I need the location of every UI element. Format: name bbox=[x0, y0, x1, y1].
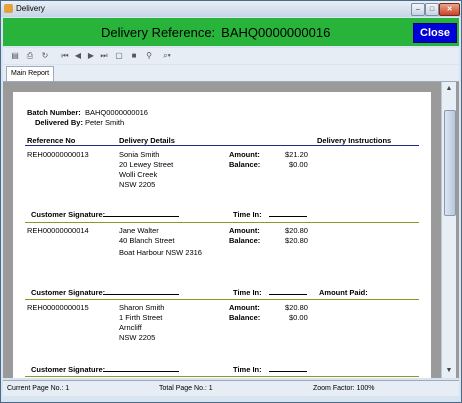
delivery-reference-value: BAHQ0000000016 bbox=[221, 25, 331, 40]
zoom-icon[interactable]: ⌕▾ bbox=[159, 51, 175, 61]
record-address-line: Boat Harbour NSW 2316 bbox=[119, 248, 202, 257]
record-amount: $21.20 bbox=[285, 150, 308, 159]
record-divider bbox=[25, 222, 419, 223]
amount-label: Amount: bbox=[229, 150, 260, 159]
goto-page-icon[interactable]: ▢ bbox=[114, 51, 124, 61]
column-reference-no: Reference No bbox=[27, 136, 76, 145]
delivered-by-value: Peter Smith bbox=[85, 118, 125, 127]
zoom-factor-status: Zoom Factor: 100% bbox=[313, 385, 375, 392]
record-balance: $0.00 bbox=[289, 160, 308, 169]
stop-icon[interactable]: ■ bbox=[129, 51, 139, 61]
column-delivery-instructions: Delivery Instructions bbox=[317, 136, 392, 145]
time-in-label: Time In: bbox=[233, 365, 262, 374]
record-ref: REH00000000015 bbox=[27, 303, 89, 312]
signature-line bbox=[103, 294, 179, 295]
batch-number-label: Batch Number: bbox=[27, 108, 81, 117]
amount-label: Amount: bbox=[229, 226, 260, 235]
record-address-line: Arncliff bbox=[119, 323, 142, 332]
time-in-line bbox=[269, 371, 307, 372]
record-name: Sonia Smith bbox=[119, 150, 160, 159]
window-title: Delivery bbox=[16, 4, 45, 13]
vertical-scrollbar[interactable]: ▲ ▼ bbox=[441, 82, 456, 378]
delivered-by-label: Delivered By: bbox=[35, 118, 83, 127]
prev-page-icon[interactable]: ◀ bbox=[73, 51, 83, 61]
time-in-label: Time In: bbox=[233, 288, 262, 297]
delivery-reference-label: Delivery Reference: bbox=[101, 25, 216, 40]
balance-label: Balance: bbox=[229, 313, 261, 322]
signature-line bbox=[103, 371, 179, 372]
record-ref: REH00000000014 bbox=[27, 226, 89, 235]
status-bar: Current Page No.: 1 Total Page No.: 1 Zo… bbox=[3, 380, 459, 396]
customer-signature-label: Customer Signature: bbox=[31, 365, 106, 374]
delivery-window: Delivery – □ ✕ Delivery Reference: BAHQ00… bbox=[0, 0, 462, 403]
search-icon[interactable]: ⚲ bbox=[144, 51, 154, 61]
title-bar: Delivery – □ ✕ bbox=[1, 1, 461, 17]
maximize-button[interactable]: □ bbox=[425, 3, 439, 16]
batch-number-value: BAHQ0000000016 bbox=[85, 108, 148, 117]
scroll-thumb[interactable] bbox=[444, 110, 456, 216]
record-amount: $20.80 bbox=[285, 226, 308, 235]
total-page-status: Total Page No.: 1 bbox=[159, 385, 213, 392]
time-in-line bbox=[269, 216, 307, 217]
record-address-line: 20 Lewey Street bbox=[119, 160, 174, 169]
record-amount: $20.80 bbox=[285, 303, 308, 312]
record-address-line: 1 Firth Street bbox=[119, 313, 163, 322]
tab-main-report[interactable]: Main Report bbox=[6, 66, 55, 81]
time-in-label: Time In: bbox=[233, 210, 262, 219]
delivery-reference: Delivery Reference: BAHQ0000000016 bbox=[101, 25, 330, 40]
export-icon[interactable]: ▤ bbox=[10, 51, 20, 61]
amount-paid-label: Amount Paid: bbox=[319, 288, 368, 297]
record-address-line: NSW 2205 bbox=[119, 180, 156, 189]
header-divider bbox=[25, 145, 419, 146]
report-tabs: Main Report bbox=[3, 65, 459, 82]
refresh-icon[interactable]: ↻ bbox=[40, 51, 50, 61]
report-page: Batch Number: BAHQ0000000016 Delivered B… bbox=[13, 92, 431, 378]
record-divider bbox=[25, 376, 419, 377]
record-address-line: 40 Blanch Street bbox=[119, 236, 175, 245]
close-button[interactable]: Close bbox=[413, 23, 457, 43]
last-page-icon[interactable]: ⏭ bbox=[99, 51, 109, 61]
column-delivery-details: Delivery Details bbox=[119, 136, 175, 145]
scroll-up-icon[interactable]: ▲ bbox=[443, 83, 455, 95]
balance-label: Balance: bbox=[229, 236, 261, 245]
minimize-button[interactable]: – bbox=[411, 3, 425, 16]
delivery-header: Delivery Reference: BAHQ0000000016 bbox=[3, 18, 459, 46]
report-viewer: Batch Number: BAHQ0000000016 Delivered B… bbox=[3, 82, 459, 378]
amount-label: Amount: bbox=[229, 303, 260, 312]
scroll-down-icon[interactable]: ▼ bbox=[443, 365, 455, 377]
report-toolbar: ▤ ⎙ ↻ ⏮ ◀ ▶ ⏭ ▢ ■ ⚲ ⌕▾ bbox=[3, 48, 459, 64]
print-icon[interactable]: ⎙ bbox=[25, 51, 35, 61]
window-close-button[interactable]: ✕ bbox=[439, 3, 460, 16]
record-address-line: Wolli Creek bbox=[119, 170, 158, 179]
record-address-line: NSW 2205 bbox=[119, 333, 156, 342]
first-page-icon[interactable]: ⏮ bbox=[60, 51, 70, 61]
record-balance: $20.80 bbox=[285, 236, 308, 245]
app-icon bbox=[4, 4, 13, 13]
record-name: Sharon Smith bbox=[119, 303, 165, 312]
next-page-icon[interactable]: ▶ bbox=[86, 51, 96, 61]
balance-label: Balance: bbox=[229, 160, 261, 169]
record-ref: REH00000000013 bbox=[27, 150, 89, 159]
record-balance: $0.00 bbox=[289, 313, 308, 322]
record-divider bbox=[25, 299, 419, 300]
current-page-status: Current Page No.: 1 bbox=[7, 385, 70, 392]
customer-signature-label: Customer Signature: bbox=[31, 288, 106, 297]
record-name: Jane Walter bbox=[119, 226, 159, 235]
signature-line bbox=[103, 216, 179, 217]
customer-signature-label: Customer Signature: bbox=[31, 210, 106, 219]
time-in-line bbox=[269, 294, 307, 295]
